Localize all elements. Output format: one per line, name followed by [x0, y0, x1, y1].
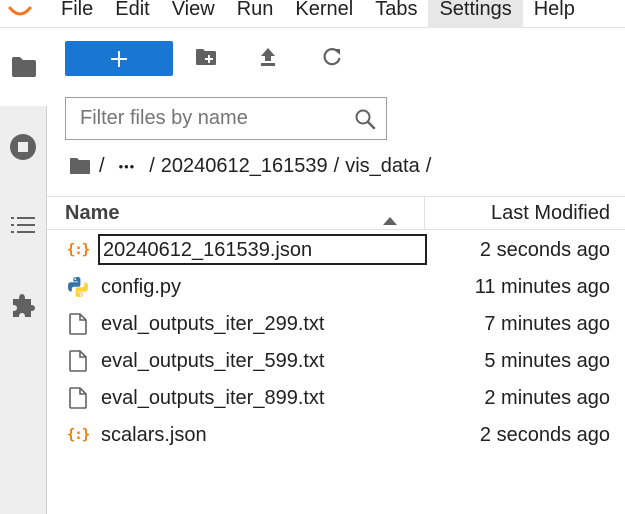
sort-ascending-icon[interactable] — [383, 208, 397, 231]
file-name: eval_outputs_iter_599.txt — [101, 350, 325, 372]
json-file-icon: {:} — [66, 427, 90, 443]
column-divider[interactable] — [424, 197, 425, 230]
menu-file[interactable]: File — [50, 0, 104, 28]
text-file-icon — [67, 350, 89, 372]
stop-circle-icon — [9, 133, 37, 161]
new-folder-button[interactable] — [192, 45, 220, 73]
file-modified: 7 minutes ago — [484, 313, 610, 335]
home-folder-icon[interactable] — [69, 157, 91, 175]
jupyter-logo-icon[interactable] — [6, 0, 34, 22]
puzzle-icon — [9, 291, 37, 319]
new-folder-icon — [195, 48, 217, 71]
python-file-icon — [67, 276, 89, 298]
left-activity-bar — [0, 28, 47, 514]
json-file-icon: {:} — [66, 242, 90, 258]
file-browser-panel: / ••• / 20240612_161539 / vis_data / Nam… — [47, 28, 625, 514]
file-modified: 5 minutes ago — [484, 350, 610, 372]
menu-help[interactable]: Help — [523, 0, 586, 28]
file-rename-input[interactable]: 20240612_161539.json — [98, 234, 427, 265]
file-modified: 2 minutes ago — [484, 387, 610, 409]
filter-box — [65, 97, 387, 140]
refresh-icon — [322, 47, 342, 72]
breadcrumb-separator: / — [333, 154, 340, 177]
file-row[interactable]: eval_outputs_iter_299.txt 7 minutes ago — [47, 305, 625, 342]
file-modified: 2 seconds ago — [479, 239, 610, 261]
file-modified: 11 minutes ago — [474, 276, 610, 298]
breadcrumb-item-run[interactable]: 20240612_161539 — [161, 155, 328, 178]
upload-button[interactable] — [254, 45, 282, 73]
menu-edit[interactable]: Edit — [104, 0, 160, 28]
file-row[interactable]: {:} scalars.json 2 seconds ago — [47, 416, 625, 453]
filter-files-input[interactable] — [66, 98, 336, 139]
new-launcher-button[interactable] — [65, 41, 173, 76]
sidebar-tab-running[interactable] — [0, 108, 46, 186]
menu-tabs[interactable]: Tabs — [364, 0, 428, 28]
menu-kernel[interactable]: Kernel — [284, 0, 364, 28]
breadcrumb: / ••• / 20240612_161539 / vis_data / — [69, 152, 431, 180]
search-icon — [354, 108, 376, 135]
refresh-button[interactable] — [318, 45, 346, 73]
file-row[interactable]: eval_outputs_iter_899.txt 2 minutes ago — [47, 379, 625, 416]
file-row[interactable]: eval_outputs_iter_599.txt 5 minutes ago — [47, 342, 625, 379]
breadcrumb-separator: / — [99, 154, 105, 177]
file-list-header: Name Last Modified — [47, 196, 625, 230]
upload-icon — [259, 47, 277, 72]
breadcrumb-separator: / — [425, 154, 432, 177]
file-name: eval_outputs_iter_299.txt — [101, 313, 325, 335]
breadcrumb-item-vis-data[interactable]: vis_data — [345, 155, 420, 178]
plus-icon — [111, 50, 127, 67]
menu-bar: File Edit View Run Kernel Tabs Settings … — [0, 0, 625, 28]
breadcrumb-separator: / — [149, 154, 155, 177]
file-row[interactable]: config.py 11 minutes ago — [47, 268, 625, 305]
list-icon — [10, 215, 36, 235]
file-name: scalars.json — [101, 424, 207, 446]
column-header-last-modified[interactable]: Last Modified — [491, 202, 610, 225]
column-header-name[interactable]: Name — [65, 202, 119, 225]
menu-view[interactable]: View — [161, 0, 226, 28]
folder-icon — [11, 56, 37, 78]
file-name: config.py — [101, 276, 182, 298]
file-modified: 2 seconds ago — [479, 424, 610, 446]
file-name: eval_outputs_iter_899.txt — [101, 387, 325, 409]
sidebar-tab-commands[interactable] — [0, 186, 46, 264]
menu-settings[interactable]: Settings — [428, 0, 523, 28]
file-row[interactable]: {:} 20240612_161539.json 2 seconds ago — [47, 231, 625, 268]
text-file-icon — [67, 313, 89, 335]
menu-run[interactable]: Run — [226, 0, 285, 28]
text-file-icon — [67, 387, 89, 409]
breadcrumb-ellipsis[interactable]: ••• — [119, 159, 136, 174]
sidebar-tab-file-browser[interactable] — [0, 28, 47, 106]
sidebar-tab-extensions[interactable] — [0, 266, 46, 344]
